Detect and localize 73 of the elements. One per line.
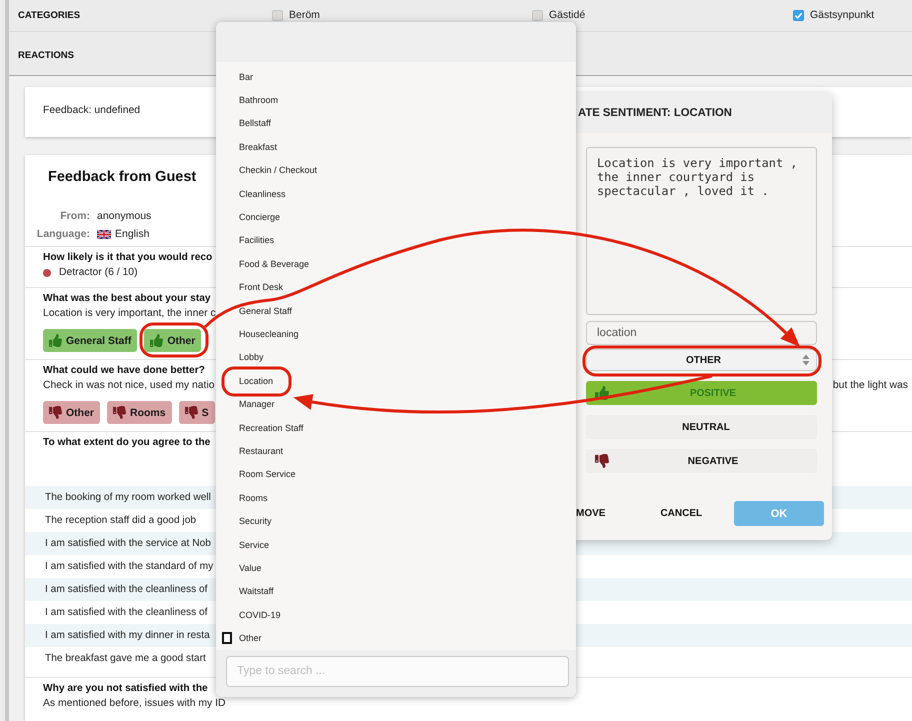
menu-item[interactable]: Breakfast <box>216 135 576 159</box>
meta-label: From: <box>60 210 90 222</box>
question-text: What could we have done better? <box>43 364 205 378</box>
thumbs-up-icon <box>150 334 164 347</box>
text-button[interactable]: CANCEL <box>660 508 702 519</box>
sentiment-tag[interactable]: S <box>178 401 215 424</box>
checkbox-label: Gästidé <box>549 9 586 22</box>
menu-item[interactable]: Service <box>216 532 576 556</box>
answer-text: Location is very important, the inner c <box>43 307 216 321</box>
highlight-ring <box>140 322 208 358</box>
question-text: To what extent do you agree to the <box>43 436 210 450</box>
question-text: How likely is it that you would reco <box>43 251 212 265</box>
thumbs-down-icon <box>113 406 126 419</box>
answer-text: but the light was <box>832 379 908 393</box>
checkbox-label: Gästsynpunkt <box>810 9 874 22</box>
menu-item[interactable]: Rooms <box>216 486 576 510</box>
menu-item[interactable]: Lobby <box>216 346 576 370</box>
sentiment-tag[interactable]: Other <box>43 401 100 424</box>
answer-text: As mentioned before, issues with my ID <box>43 697 226 711</box>
thumbs-up-icon <box>49 334 62 347</box>
checkbox-label: Beröm <box>289 9 320 22</box>
menu-item[interactable]: Other <box>216 626 576 650</box>
answer-text: Check in was not nice, used my natio <box>43 379 215 393</box>
highlight-ring <box>222 366 292 396</box>
menu-item[interactable]: Front Desk <box>216 276 576 299</box>
answer-text: Detractor (6 / 10) <box>59 266 138 280</box>
sentiment-tag[interactable]: Other <box>144 329 202 352</box>
sentiment-tag[interactable]: General Staff <box>43 329 138 352</box>
question-text: What was the best about your stay <box>43 292 211 306</box>
note-text: Feedback: undefined <box>43 104 140 118</box>
menu-item[interactable]: Concierge <box>216 205 576 229</box>
meta-value: English <box>115 228 150 240</box>
thumbs-down-icon <box>184 406 198 419</box>
menu-item[interactable]: Bar <box>216 65 576 88</box>
menu-item[interactable]: Room Service <box>216 462 576 486</box>
keyword-field[interactable]: location <box>586 321 817 345</box>
menu-item[interactable]: Food & Beverage <box>216 252 576 276</box>
checkbox[interactable] <box>222 632 232 644</box>
section-label: REACTIONS <box>18 50 74 61</box>
menu-item[interactable]: Recreation Staff <box>216 416 576 440</box>
category-select[interactable]: OTHER <box>586 349 817 371</box>
section-label: CATEGORIES <box>18 10 80 22</box>
card-title: Feedback from Guest <box>48 169 196 186</box>
flag-icon <box>97 230 111 238</box>
menu-item[interactable]: Value <box>216 556 576 580</box>
checkbox[interactable] <box>793 10 804 21</box>
question-text: Why are you not satisfied with the <box>43 682 208 696</box>
thumbs-down-icon <box>595 454 609 468</box>
dialog-title: ATE SENTIMENT: LOCATION <box>578 107 732 119</box>
menu-item[interactable]: Restaurant <box>216 439 576 463</box>
text-button[interactable]: MOVE <box>576 508 606 519</box>
menu-item[interactable]: Security <box>216 509 576 533</box>
sentiment-button[interactable]: NEGATIVE <box>586 449 817 473</box>
search-field[interactable]: Type to search ... <box>226 656 569 687</box>
menu-item[interactable]: Housecleaning <box>216 322 576 346</box>
sort-arrows-icon <box>802 354 810 366</box>
menu-item[interactable]: Manager <box>216 392 576 416</box>
menu-item[interactable]: Location <box>216 369 576 392</box>
menu-item[interactable]: Bathroom <box>216 88 576 112</box>
thumbs-up-icon <box>595 386 609 400</box>
sentiment-button[interactable]: NEUTRAL <box>586 415 817 439</box>
menu-item[interactable]: Facilities <box>216 228 576 252</box>
menu-item[interactable]: Cleanliness <box>216 182 576 206</box>
meta-value: anonymous <box>97 210 152 222</box>
comment-field[interactable]: Location is very important , the inner courtyard is spectacular , loved it . <box>586 147 817 315</box>
menu-item[interactable]: General Staff <box>216 298 576 322</box>
thumbs-down-icon <box>49 406 62 419</box>
meta-label: Language: <box>36 228 90 240</box>
sentiment-tag[interactable]: Rooms <box>107 401 172 424</box>
menu-item[interactable]: Checkin / Checkout <box>216 158 576 182</box>
menu-item[interactable]: Bellstaff <box>216 112 576 136</box>
menu-item[interactable]: COVID-19 <box>216 602 576 626</box>
menu-item[interactable]: Waitstaff <box>216 580 576 603</box>
